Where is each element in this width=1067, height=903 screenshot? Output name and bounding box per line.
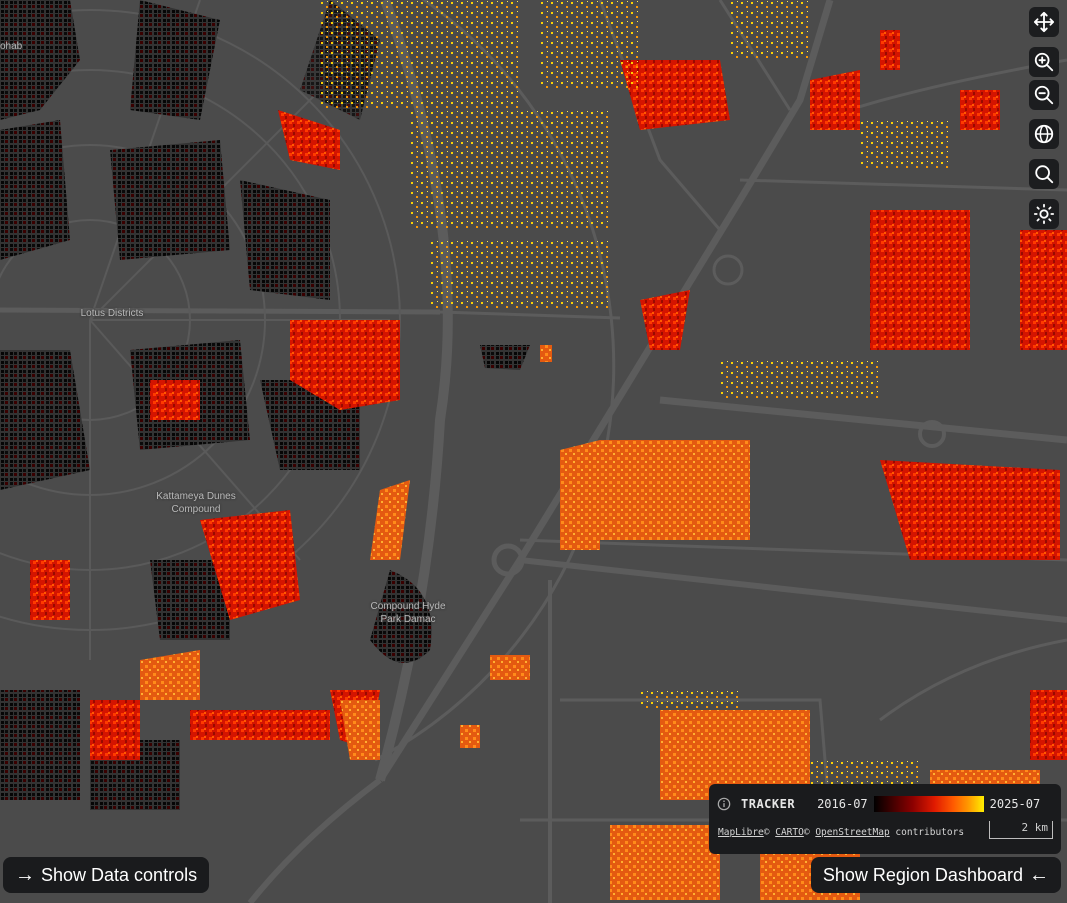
- attribution-separator-1: ©: [763, 827, 770, 838]
- show-region-dashboard-button[interactable]: Show Region Dashboard ←: [810, 857, 1061, 893]
- legend-title: TRACKER: [741, 797, 796, 811]
- map-canvas[interactable]: ohab Lotus Districts Kattameya Dunes Com…: [0, 0, 1067, 903]
- zoom-in-icon: [1034, 52, 1054, 72]
- legend-header: TRACKER 2016-07 2025-07: [717, 795, 1040, 813]
- attribution-tail: contributors: [895, 827, 965, 838]
- globe-icon: [1034, 124, 1054, 144]
- zoom-out-icon: [1034, 85, 1054, 105]
- osm-link[interactable]: OpenStreetMap: [815, 827, 889, 838]
- maplibre-link[interactable]: MapLibre: [718, 827, 764, 838]
- search-button[interactable]: [1029, 159, 1059, 189]
- tracker-legend: TRACKER 2016-07 2025-07 MapLibre© CARTO©…: [709, 784, 1061, 854]
- carto-link[interactable]: CARTO: [775, 827, 804, 838]
- arrow-left-icon: ←: [1029, 863, 1049, 886]
- legend-end-date: 2025-07: [989, 797, 1041, 811]
- move-button[interactable]: [1029, 7, 1059, 37]
- info-icon[interactable]: [717, 797, 731, 811]
- map-layer: [0, 0, 1067, 903]
- zoom-in-button[interactable]: [1029, 47, 1059, 77]
- place-label-edge: ohab: [0, 41, 23, 52]
- globe-button[interactable]: [1029, 119, 1059, 149]
- arrow-right-icon: →: [15, 863, 35, 886]
- place-label-hyde-park: Compound Hyde Park Damac: [370, 601, 446, 625]
- attribution-separator-2: ©: [803, 827, 810, 838]
- legend-color-ramp: [873, 796, 984, 812]
- show-region-dashboard-label: Show Region Dashboard: [822, 864, 1023, 885]
- show-data-controls-label: Show Data controls: [41, 864, 198, 885]
- move-arrows-icon: [1033, 11, 1055, 33]
- map-attribution: MapLibre© CARTO© OpenStreetMap contribut…: [718, 827, 964, 838]
- scale-bar: 2 km: [989, 821, 1053, 839]
- theme-toggle-button[interactable]: [1029, 199, 1059, 229]
- place-label-lotus: Lotus Districts: [80, 308, 144, 319]
- place-label-kattameya: Kattameya Dunes Compound: [156, 491, 236, 515]
- search-icon: [1035, 165, 1054, 184]
- show-data-controls-button[interactable]: → Show Data controls: [3, 857, 210, 893]
- legend-start-date: 2016-07: [817, 797, 868, 811]
- sun-icon: [1033, 203, 1055, 225]
- zoom-out-button[interactable]: [1029, 80, 1059, 110]
